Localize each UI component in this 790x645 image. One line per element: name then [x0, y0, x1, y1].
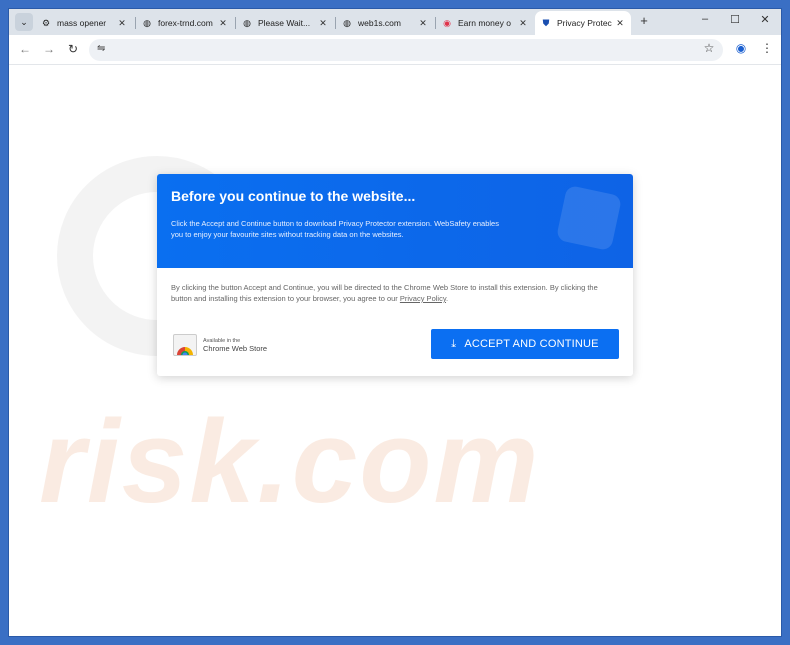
browser-window: ⌄ ⚙ mass opener ✕ ◍ forex-trnd.com ✕ ◍ P…	[8, 8, 782, 637]
reload-button[interactable]: ↻	[65, 42, 81, 56]
tab-label: web1s.com	[358, 18, 401, 28]
close-icon[interactable]: ✕	[418, 18, 428, 29]
tab-earn-money[interactable]: ◉ Earn money o ✕	[436, 11, 534, 35]
consent-dialog: Before you continue to the website... Cl…	[157, 174, 633, 376]
forward-button[interactable]: →	[41, 42, 57, 56]
close-icon[interactable]: ✕	[615, 18, 625, 29]
globe-icon: ◍	[343, 18, 351, 28]
bookmark-star-icon[interactable]: ☆	[701, 41, 717, 55]
close-icon[interactable]: ✕	[318, 18, 328, 29]
globe-icon: ◍	[243, 18, 251, 28]
close-icon[interactable]: ✕	[518, 18, 528, 29]
close-icon[interactable]: ✕	[117, 18, 127, 29]
shield-icon: ⛊	[542, 18, 550, 28]
dialog-body-text: By clicking the button Accept and Contin…	[171, 283, 598, 303]
red-circle-icon: ◉	[443, 18, 451, 28]
tab-label: forex-trnd.com	[158, 18, 213, 28]
close-icon[interactable]: ✕	[218, 18, 228, 29]
browser-toolbar: ← → ↻ ⇋ ☆ ◉ ⋮	[9, 35, 781, 65]
menu-icon[interactable]: ⋮	[759, 41, 775, 55]
chrome-web-store-badge: Available in the Chrome Web Store	[173, 334, 267, 356]
globe-icon: ◍	[143, 18, 151, 28]
tab-forex-trnd[interactable]: ◍ forex-trnd.com ✕	[136, 11, 234, 35]
accept-and-continue-button[interactable]: ⤓ ACCEPT AND CONTINUE	[431, 329, 619, 359]
tab-mass-opener[interactable]: ⚙ mass opener ✕	[35, 11, 133, 35]
dialog-title: Before you continue to the website...	[171, 188, 416, 204]
site-info-icon[interactable]: ⇋	[97, 43, 105, 54]
tab-privacy-protector[interactable]: ⛊ Privacy Protec ✕	[535, 11, 631, 35]
tab-label: mass opener	[57, 18, 107, 28]
chrome-web-store-text: Available in the Chrome Web Store	[203, 338, 267, 352]
chrome-web-store-icon	[173, 334, 197, 356]
accept-button-label: ACCEPT AND CONTINUE	[464, 338, 599, 350]
watermark-text: risk.com	[39, 396, 541, 528]
tab-search-button[interactable]: ⌄	[15, 13, 33, 31]
minimize-button[interactable]: –	[697, 13, 713, 25]
tab-label: Earn money o	[458, 18, 511, 28]
back-button[interactable]: ←	[17, 42, 33, 56]
address-bar[interactable]: ⇋	[89, 39, 723, 61]
new-tab-button[interactable]: +	[637, 13, 651, 28]
tab-please-wait[interactable]: ◍ Please Wait... ✕	[236, 11, 334, 35]
dialog-header: Before you continue to the website... Cl…	[157, 174, 633, 268]
tab-label: Please Wait...	[258, 18, 311, 28]
tab-label: Privacy Protec	[557, 18, 612, 28]
globe-gear-icon: ⚙	[41, 18, 51, 28]
tab-web1s[interactable]: ◍ web1s.com ✕	[336, 11, 434, 35]
privacy-policy-link[interactable]: Privacy Policy	[400, 294, 446, 303]
dialog-subtitle: Click the Accept and Continue button to …	[171, 219, 499, 239]
maximize-button[interactable]: ☐	[727, 13, 743, 26]
dialog-body: By clicking the button Accept and Contin…	[157, 268, 633, 318]
dialog-body-end: .	[446, 294, 449, 303]
badge-large-text: Chrome Web Store	[203, 344, 268, 353]
close-window-button[interactable]: ✕	[757, 13, 773, 26]
download-icon: ⤓	[451, 337, 457, 350]
profile-icon[interactable]: ◉	[733, 41, 749, 55]
tab-strip: ⌄ ⚙ mass opener ✕ ◍ forex-trnd.com ✕ ◍ P…	[9, 9, 781, 35]
page-content: risk.com Before you continue to the webs…	[9, 66, 781, 636]
